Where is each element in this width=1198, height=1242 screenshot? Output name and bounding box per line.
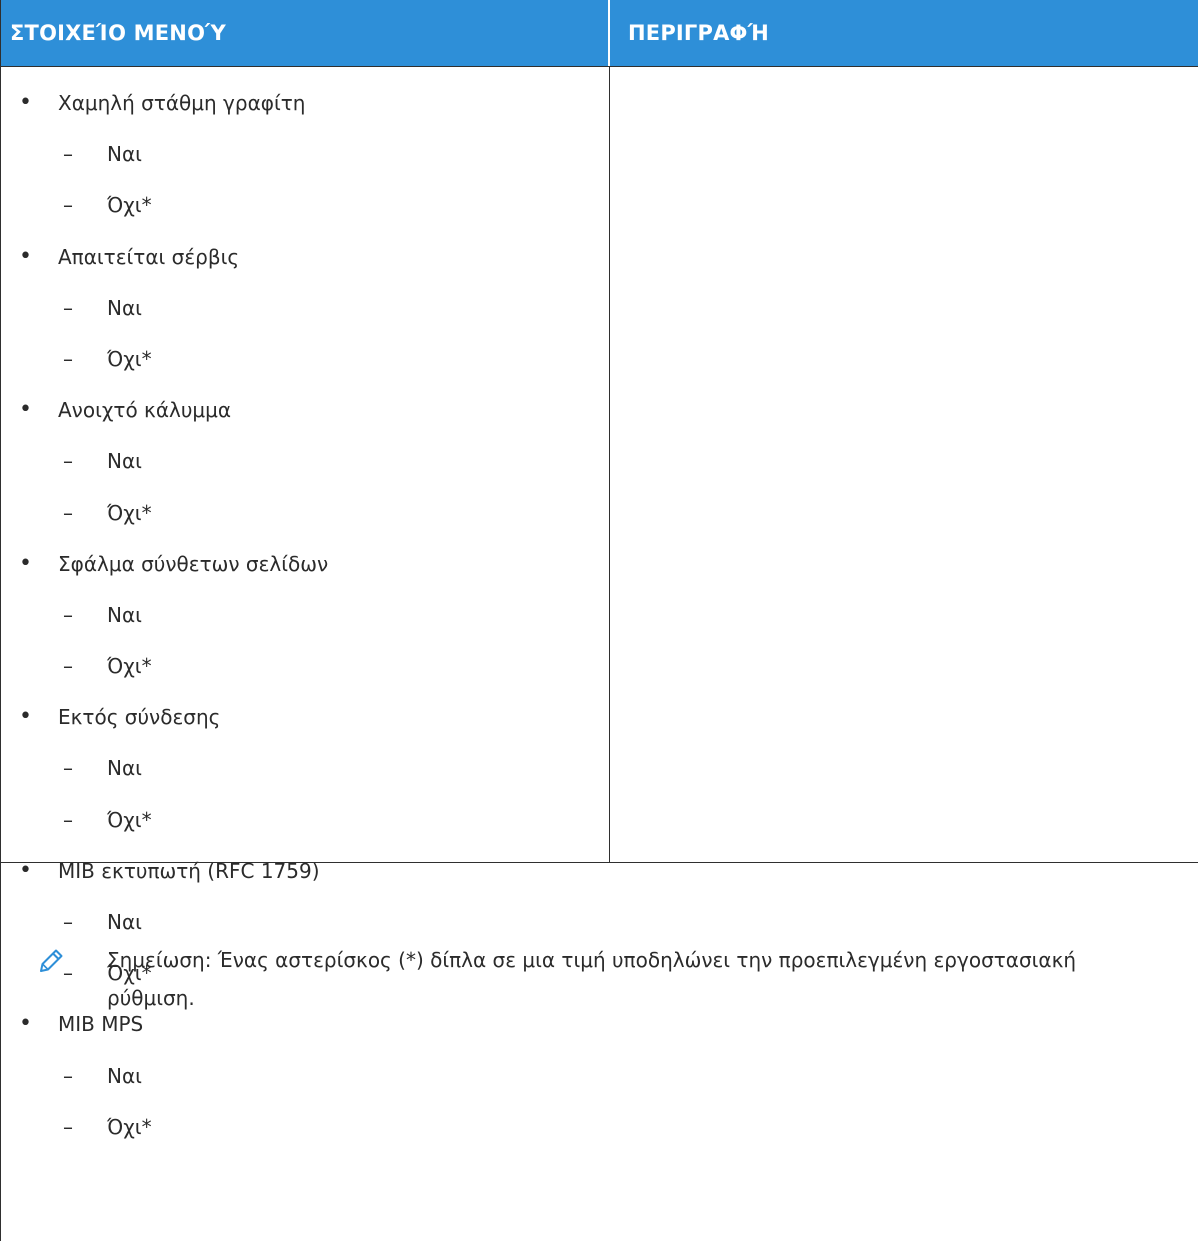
- dash-icon: –: [63, 346, 73, 371]
- list-item: • Σφάλμα σύνθετων σελίδων: [1, 550, 609, 601]
- dash-icon: –: [63, 602, 73, 627]
- dash-icon: –: [63, 142, 73, 167]
- list-item-label: Ναι: [107, 602, 142, 627]
- list-item-label: Εκτός σύνδεσης: [58, 705, 221, 730]
- list-item-label: Όχι*: [107, 346, 152, 371]
- list-item-label: Χαμηλή στάθμη γραφίτη: [58, 91, 306, 115]
- list-item-label: Όχι*: [107, 193, 152, 218]
- sub-list-item: – Ναι: [1, 294, 609, 345]
- header-menu-item: ΣΤΟΙΧΕΊΟ ΜΕΝΟΎ: [1, 0, 610, 66]
- dash-icon: –: [63, 193, 73, 218]
- sub-list-item: – Ναι: [1, 754, 609, 805]
- bullet-icon: •: [19, 704, 32, 730]
- bullet-icon: •: [19, 243, 32, 269]
- sub-list-item: – Όχι*: [1, 191, 609, 242]
- sub-list-item: – Όχι*: [1, 806, 609, 857]
- description-cell: [610, 67, 1198, 862]
- dash-icon: –: [63, 500, 73, 525]
- dash-icon: –: [63, 756, 73, 781]
- list-item: • Χαμηλή στάθμη γραφίτη: [1, 89, 609, 140]
- list-item-label: Ναι: [107, 142, 142, 167]
- list-item-label: Όχι*: [107, 500, 152, 525]
- list-item-label: Ναι: [107, 449, 142, 474]
- list-item-label: Απαιτείται σέρβις: [58, 244, 240, 269]
- dash-icon: –: [63, 807, 73, 832]
- note-row: Σημείωση: Ένας αστερίσκος (*) δίπλα σε μ…: [1, 863, 1198, 1241]
- dash-icon: –: [63, 295, 73, 320]
- menu-items-cell: • Χαμηλή στάθμη γραφίτη – Ναι – Όχι* • Απαιτείτ…: [1, 67, 610, 1139]
- table-header: ΣΤΟΙΧΕΊΟ ΜΕΝΟΎ ΠΕΡΙΓΡΑΦΉ: [1, 0, 1198, 67]
- list-item-label: Ανοιχτό κάλυμμα: [58, 398, 232, 423]
- list-item-label: Όχι*: [107, 807, 152, 832]
- bullet-icon: •: [19, 397, 32, 423]
- list-item-label: Σφάλμα σύνθετων σελίδων: [58, 551, 329, 576]
- dash-icon: –: [63, 449, 73, 474]
- table-row: • Χαμηλή στάθμη γραφίτη – Ναι – Όχι* • Απαιτείτ…: [1, 67, 1198, 1139]
- dash-icon: –: [63, 654, 73, 679]
- list-item-label: Ναι: [107, 756, 142, 781]
- sub-list-item: – Όχι*: [1, 652, 609, 703]
- menu-table: ΣΤΟΙΧΕΊΟ ΜΕΝΟΎ ΠΕΡΙΓΡΑΦΉ • Χαμηλή στάθμη …: [0, 0, 1198, 1241]
- sub-list-item: – Όχι*: [1, 499, 609, 550]
- list-item: • Εκτός σύνδεσης: [1, 703, 609, 754]
- list-item-label: Όχι*: [107, 654, 152, 679]
- list-item: • Απαιτείται σέρβις: [1, 243, 609, 294]
- note-text: Σημείωση: Ένας αστερίσκος (*) δίπλα σε μ…: [107, 948, 1077, 1010]
- sub-list-item: – Όχι*: [1, 345, 609, 396]
- bullet-icon: •: [19, 90, 32, 115]
- pencil-icon: [37, 947, 65, 979]
- list-item-label: Ναι: [107, 295, 142, 320]
- list-item: • Ανοιχτό κάλυμμα: [1, 396, 609, 447]
- sub-list-item: – Ναι: [1, 140, 609, 191]
- header-description: ΠΕΡΙΓΡΑΦΉ: [628, 21, 769, 45]
- sub-list-item: – Ναι: [1, 601, 609, 652]
- sub-list-item: – Ναι: [1, 447, 609, 498]
- bullet-icon: •: [19, 550, 32, 576]
